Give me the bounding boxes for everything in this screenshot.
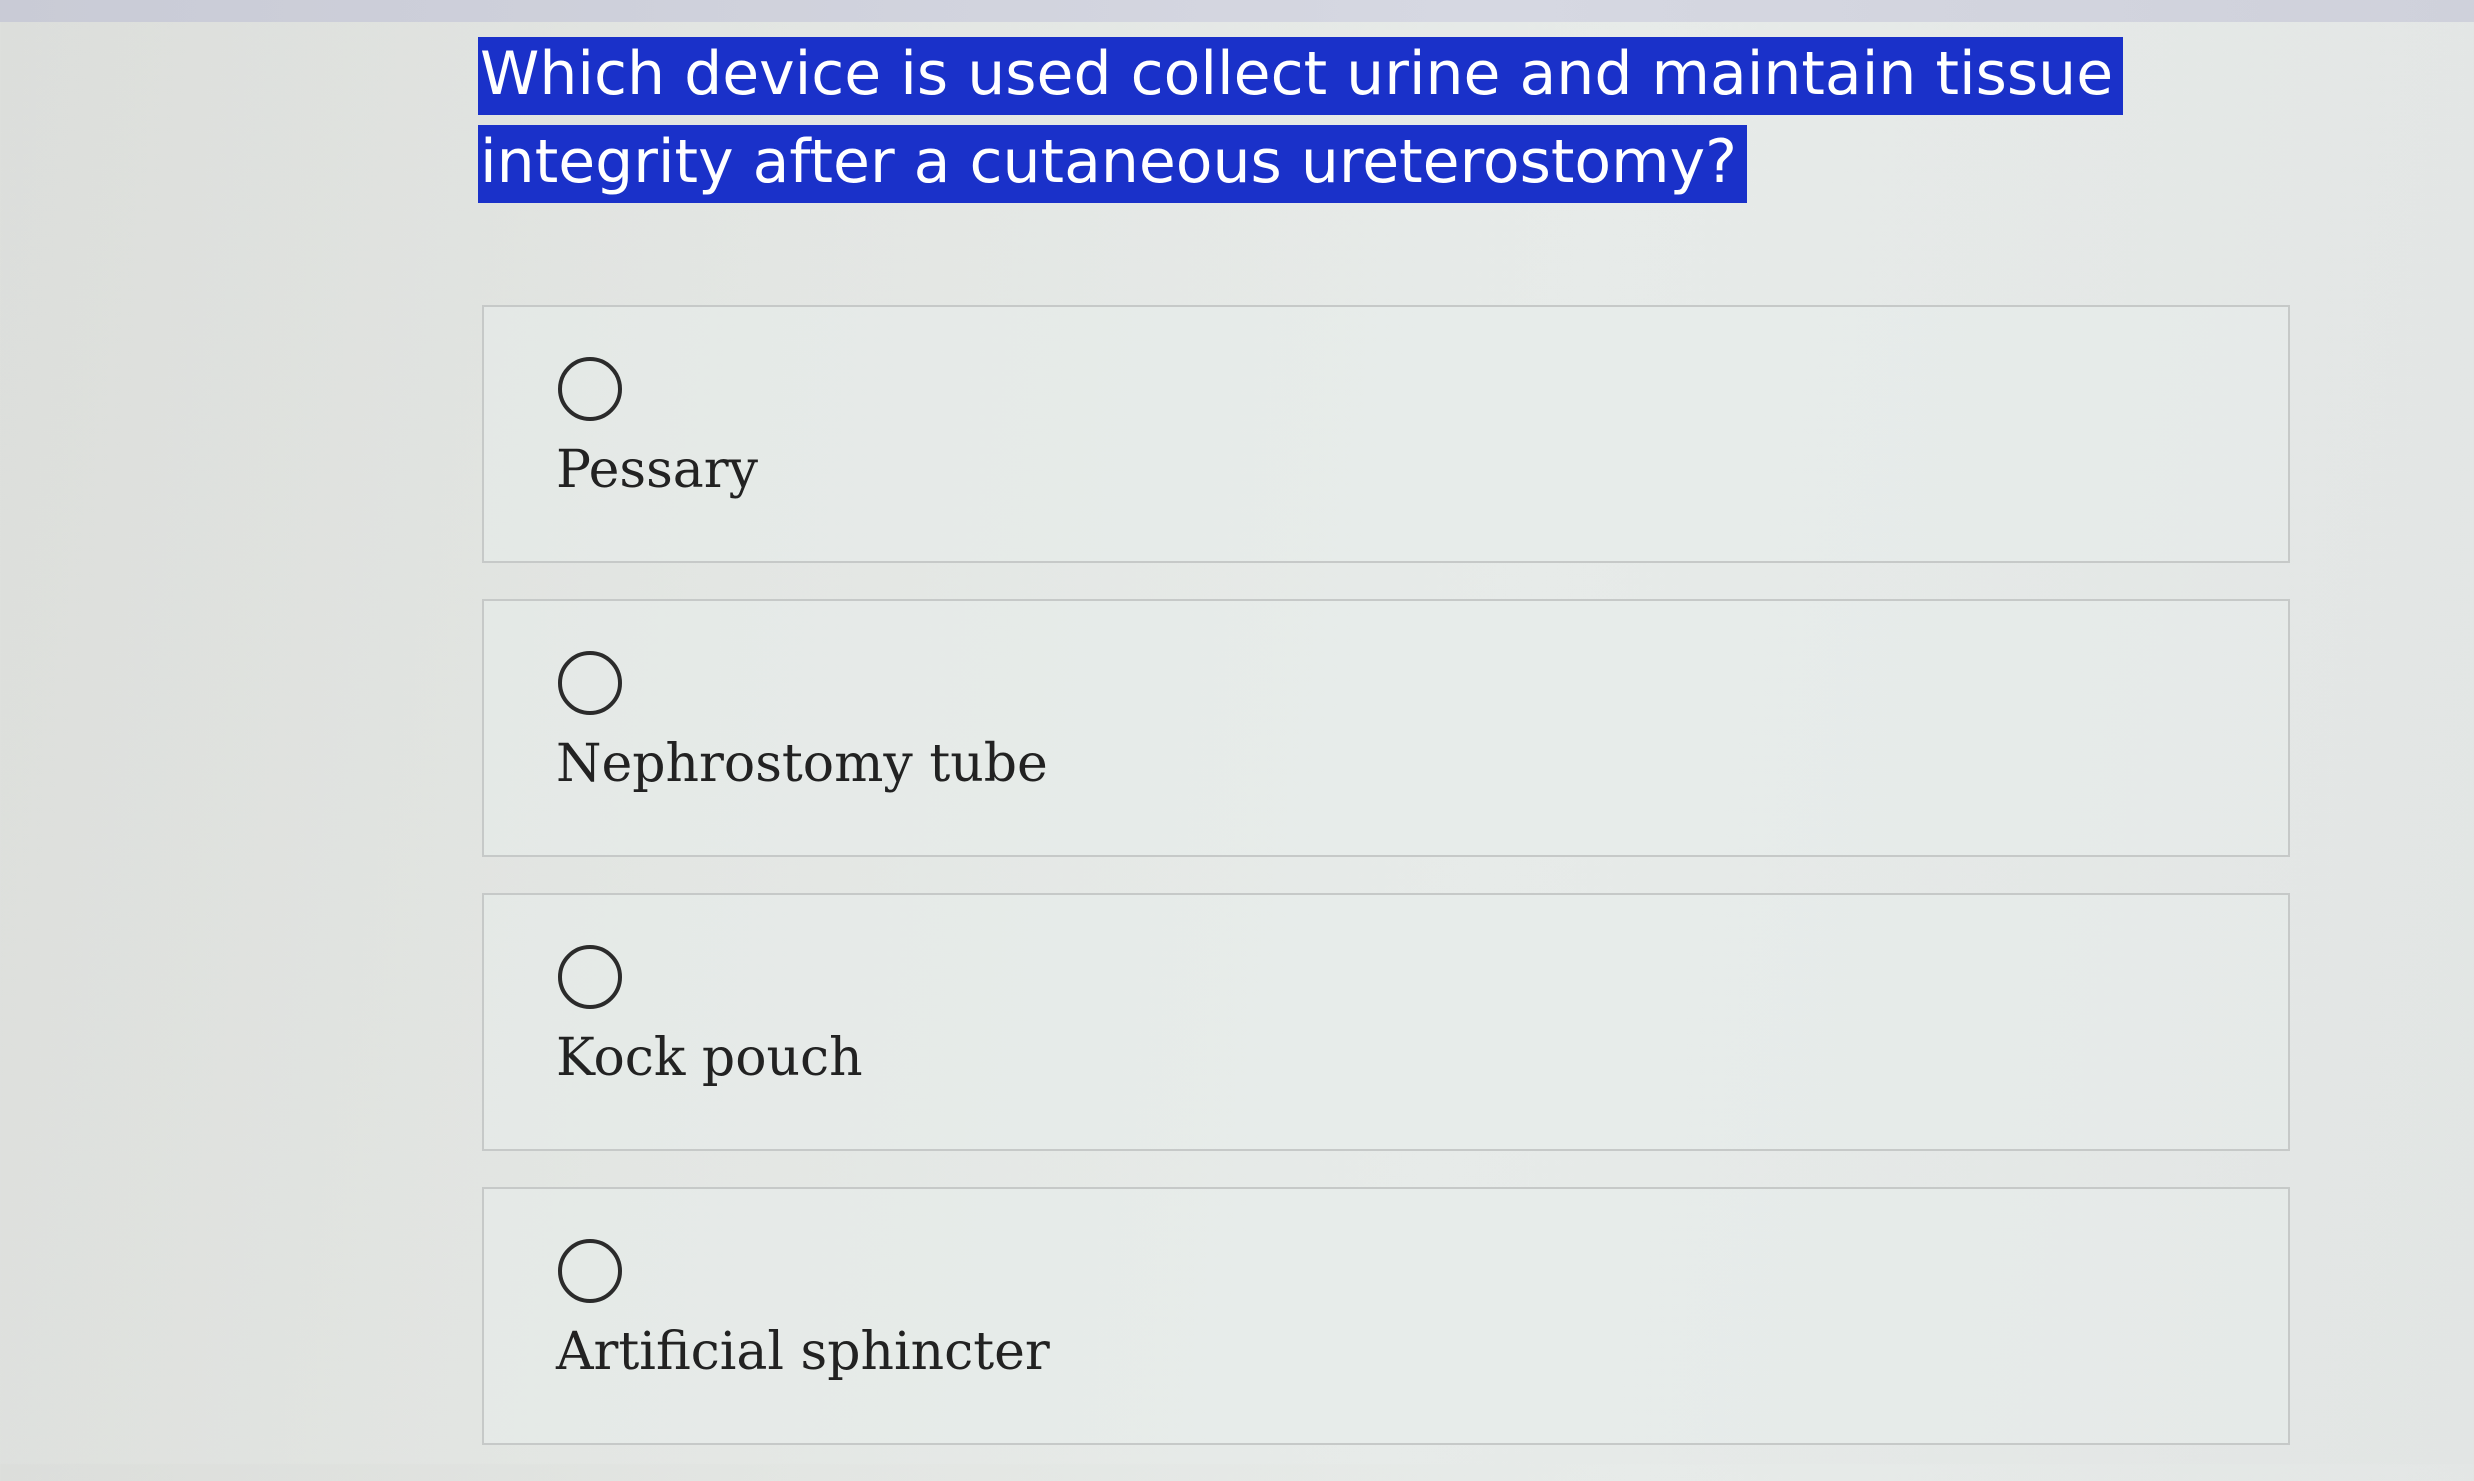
option-pessary[interactable]: Pessary: [482, 305, 2290, 563]
radio-button-pessary[interactable]: [558, 357, 622, 421]
radio-button-nephrostomy-tube[interactable]: [558, 651, 622, 715]
option-label: Kock pouch: [556, 1028, 863, 1088]
option-nephrostomy-tube[interactable]: Nephrostomy tube: [482, 599, 2290, 857]
option-label: Artificial sphincter: [556, 1322, 1050, 1382]
option-label: Pessary: [556, 440, 759, 500]
answer-options: Pessary Nephrostomy tube Kock pouch Arti…: [482, 305, 2290, 1481]
radio-button-kock-pouch[interactable]: [558, 945, 622, 1009]
question-text: Which device is used collect urine and m…: [478, 30, 2288, 206]
option-kock-pouch[interactable]: Kock pouch: [482, 893, 2290, 1151]
question-highlight: Which device is used collect urine and m…: [478, 37, 2124, 203]
option-artificial-sphincter[interactable]: Artificial sphincter: [482, 1187, 2290, 1445]
radio-button-artificial-sphincter[interactable]: [558, 1239, 622, 1303]
option-label: Nephrostomy tube: [556, 734, 1048, 794]
browser-top-strip: [0, 0, 2474, 22]
